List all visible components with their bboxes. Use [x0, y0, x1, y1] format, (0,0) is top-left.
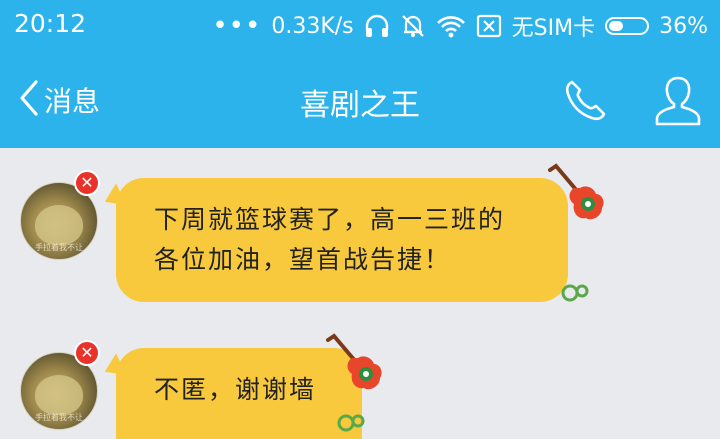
message-line: 各位加油，望首战告捷！: [154, 245, 452, 274]
nav-bar: 消息 喜剧之王: [0, 52, 720, 148]
guitar-bubble-decoration-icon: [326, 333, 382, 390]
avatar-image: [35, 205, 83, 245]
chat-area[interactable]: 手拉着我不让 ✕ 下周就篮球赛了，高一三班的 各位加油，望首战告捷！ 手拉着我不…: [0, 148, 720, 439]
mute-bell-icon: [400, 13, 426, 39]
person-icon: [655, 76, 701, 126]
avatar-caption: 手拉着我不让: [35, 243, 83, 252]
status-icons: ••• 0.33K/s 无SIM卡 36%: [212, 9, 708, 43]
avatar-image: [35, 375, 83, 415]
read-receipt-icon: [337, 414, 365, 432]
sim-status-text: 无SIM卡: [511, 16, 596, 41]
read-receipt-icon: [561, 284, 589, 302]
wifi-icon: [436, 14, 466, 38]
status-bar: 20:12 ••• 0.33K/s 无SIM卡 36%: [0, 0, 720, 52]
avatar-caption: 手拉着我不让: [35, 413, 83, 422]
message-line: 下周就篮球赛了，高一三班的: [154, 205, 506, 234]
no-sim-icon: [476, 14, 502, 38]
remove-badge-icon[interactable]: ✕: [74, 170, 100, 196]
chat-title: 喜剧之王: [300, 88, 420, 123]
battery-icon: [605, 17, 650, 35]
remove-badge-icon[interactable]: ✕: [74, 340, 100, 366]
battery-percent: 36%: [659, 13, 708, 39]
message-bubble[interactable]: 下周就篮球赛了，高一三班的 各位加油，望首战告捷！: [116, 178, 568, 302]
guitar-bubble-decoration-icon: [548, 163, 604, 220]
status-time: 20:12: [14, 9, 87, 38]
phone-call-button[interactable]: [560, 76, 610, 126]
headphones-icon: [364, 14, 390, 38]
phone-icon: [565, 80, 606, 121]
network-speed: 0.33K/s: [271, 13, 354, 39]
more-dots-icon: •••: [212, 11, 262, 41]
group-profile-button[interactable]: [652, 74, 704, 128]
